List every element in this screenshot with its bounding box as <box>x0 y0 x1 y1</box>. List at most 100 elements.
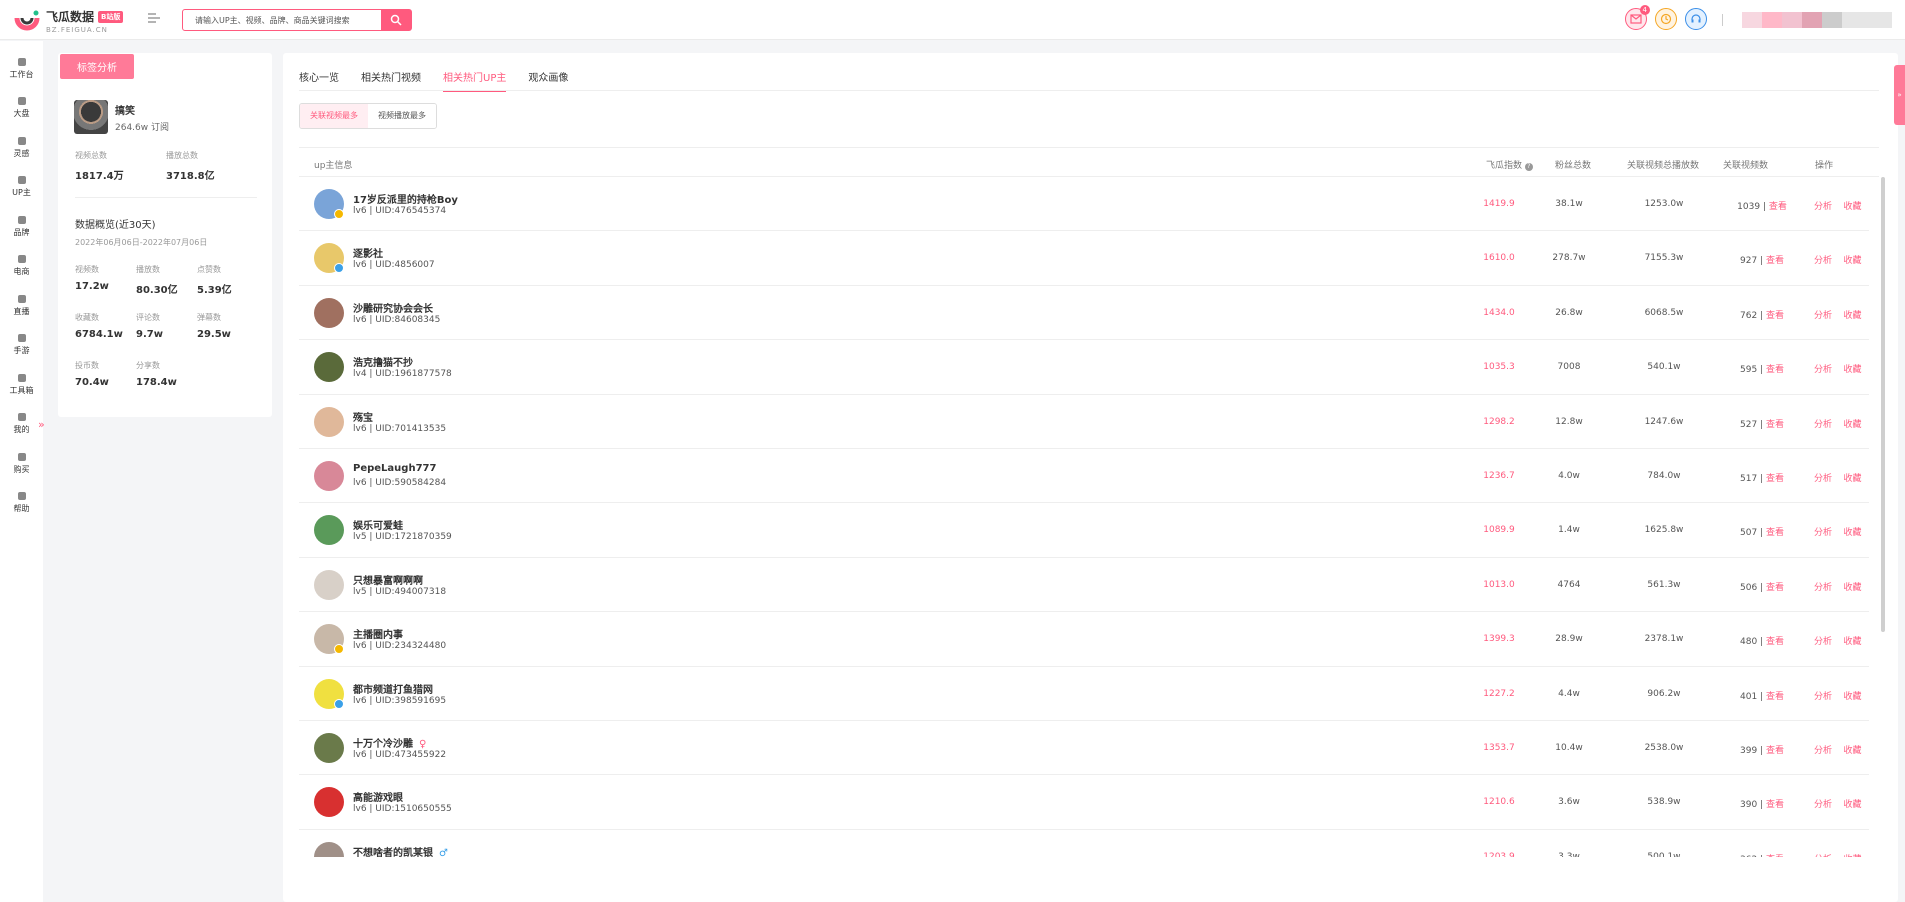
view-link[interactable]: 查看 <box>1766 746 1784 756</box>
view-link[interactable]: 查看 <box>1766 692 1784 702</box>
sidebar-item-inspiration[interactable]: 灵感 <box>0 128 43 168</box>
table-row[interactable]: 娱乐可爱蛙 lv5 | UID:1721870359 1089.9 1.4w 1625.… <box>299 503 1869 558</box>
scrollbar[interactable] <box>1881 177 1885 632</box>
up-avatar[interactable] <box>314 841 344 857</box>
up-avatar[interactable] <box>314 406 344 437</box>
up-avatar[interactable] <box>314 569 344 600</box>
up-avatar[interactable] <box>314 787 344 818</box>
view-link[interactable]: 查看 <box>1766 528 1784 538</box>
logo[interactable]: 飞瓜数据 B站版 BZ.FEIGUA.CN <box>14 8 124 34</box>
table-row[interactable]: PepeLaugh777 lv6 | UID:590584284 1236.7 4.0… <box>299 449 1869 504</box>
up-name[interactable]: 殇宝 <box>353 409 373 424</box>
table-row[interactable]: 主播圈内事 lv6 | UID:234324480 1399.3 28.9w 2378.… <box>299 612 1869 667</box>
table-row[interactable]: 都市频道打鱼猎网 lv6 | UID:398591695 1227.2 4.4w 906… <box>299 667 1869 721</box>
message-button[interactable]: 4 <box>1625 5 1650 30</box>
collect-link[interactable]: 收藏 <box>1843 855 1861 857</box>
up-name[interactable]: 高能游戏眼 <box>353 789 403 804</box>
sidebar-item-up[interactable]: UP主 <box>0 168 43 208</box>
up-name[interactable]: PepeLaugh777 <box>353 463 436 474</box>
col-score[interactable]: 飞瓜指数 ? <box>1486 158 1533 171</box>
analyze-link[interactable]: 分析 <box>1814 800 1832 810</box>
sidebar-item-toolbox[interactable]: 工具箱 <box>0 365 43 405</box>
table-row[interactable]: 不想啥者的凯某银♂1203.93.3w500.1w362 | 查看分析 收藏 <box>299 830 1869 857</box>
up-name[interactable]: 十万个冷沙雕 ♀ <box>353 735 426 750</box>
table-row[interactable]: 浩克撸猫不抄 lv4 | UID:1961877578 1035.3 7008 540.… <box>299 340 1869 395</box>
view-link[interactable]: 查看 <box>1766 800 1784 810</box>
up-avatar[interactable] <box>314 515 344 546</box>
search-input[interactable] <box>183 10 381 30</box>
col-plays[interactable]: 关联视频总播放数 <box>1627 158 1699 171</box>
sidebar-item-ecommerce[interactable]: 电商 <box>0 247 43 287</box>
sidebar-item-mobile-games[interactable]: 手游 <box>0 326 43 366</box>
sidebar-item-brand[interactable]: 品牌 <box>0 207 43 247</box>
col-fans[interactable]: 粉丝总数 <box>1555 158 1591 171</box>
up-name[interactable]: 只想暴富啊啊啊 <box>353 572 423 587</box>
collect-link[interactable]: 收藏 <box>1843 474 1861 484</box>
collect-link[interactable]: 收藏 <box>1843 800 1861 810</box>
collect-link[interactable]: 收藏 <box>1843 365 1861 375</box>
analyze-link[interactable]: 分析 <box>1814 420 1832 430</box>
col-videos[interactable]: 关联视频数 <box>1723 158 1768 171</box>
view-link[interactable]: 查看 <box>1766 420 1784 430</box>
up-name[interactable]: 浩克撸猫不抄 <box>353 354 413 369</box>
sidebar-item-market[interactable]: 大盘 <box>0 89 43 129</box>
view-link[interactable]: 查看 <box>1766 256 1784 266</box>
table-row[interactable]: 只想暴富啊啊啊 lv5 | UID:494007318 1013.0 4764 561.… <box>299 558 1869 613</box>
table-row[interactable]: 逐影社 lv6 | UID:4856007 1610.0 278.7w 7155.3w 9… <box>299 231 1869 286</box>
collect-link[interactable]: 收藏 <box>1843 692 1861 702</box>
analyze-link[interactable]: 分析 <box>1814 528 1832 538</box>
sidebar-item-help[interactable]: 帮助 <box>0 484 43 524</box>
view-link[interactable]: 查看 <box>1766 855 1784 857</box>
collect-link[interactable]: 收藏 <box>1843 256 1861 266</box>
help-icon[interactable]: ? <box>1524 163 1533 171</box>
table-row[interactable]: 17岁反派里的持枪Boy lv6 | UID:476545374 1419.9 38.… <box>299 177 1869 232</box>
sort-most-played-button[interactable]: 视频播放最多 <box>368 104 436 128</box>
tab-overview[interactable]: 核心一览 <box>299 69 339 92</box>
view-link[interactable]: 查看 <box>1769 202 1787 212</box>
up-name[interactable]: 17岁反派里的持枪Boy <box>353 191 458 206</box>
view-link[interactable]: 查看 <box>1766 311 1784 321</box>
sidebar-item-mine[interactable]: 我的 <box>0 405 43 445</box>
sort-most-related-button[interactable]: 关联视频最多 <box>300 104 368 128</box>
tab-audience[interactable]: 观众画像 <box>528 69 568 92</box>
view-link[interactable]: 查看 <box>1766 637 1784 647</box>
collect-link[interactable]: 收藏 <box>1843 311 1861 321</box>
collect-link[interactable]: 收藏 <box>1843 583 1861 593</box>
up-avatar[interactable] <box>314 352 344 383</box>
analyze-link[interactable]: 分析 <box>1814 474 1832 484</box>
menu-toggle-icon[interactable] <box>148 13 160 23</box>
analyze-link[interactable]: 分析 <box>1814 256 1832 266</box>
analyze-link[interactable]: 分析 <box>1814 583 1832 593</box>
up-name[interactable]: 逐影社 <box>353 245 383 260</box>
table-row[interactable]: 高能游戏眼 lv6 | UID:1510650555 1210.6 3.6w 538.9… <box>299 775 1869 830</box>
analyze-link[interactable]: 分析 <box>1814 311 1832 321</box>
up-avatar[interactable] <box>314 297 344 328</box>
sidebar-item-live[interactable]: 直播 <box>0 286 43 326</box>
up-name[interactable]: 沙雕研究协会会长 <box>353 300 433 315</box>
up-name[interactable]: 娱乐可爱蛙 <box>353 517 403 532</box>
search-button[interactable] <box>381 10 411 30</box>
view-link[interactable]: 查看 <box>1766 474 1784 484</box>
up-avatar[interactable] <box>314 460 344 491</box>
collect-link[interactable]: 收藏 <box>1843 746 1861 756</box>
tab-hot-up[interactable]: 相关热门UP主 <box>443 69 507 92</box>
analyze-link[interactable]: 分析 <box>1814 637 1832 647</box>
analyze-link[interactable]: 分析 <box>1814 855 1832 857</box>
expand-sidebar-icon[interactable]: » <box>38 418 52 432</box>
collect-link[interactable]: 收藏 <box>1843 420 1861 430</box>
view-link[interactable]: 查看 <box>1766 365 1784 375</box>
up-name[interactable]: 都市频道打鱼猎网 <box>353 681 433 696</box>
user-account[interactable] <box>1742 12 1892 28</box>
collect-link[interactable]: 收藏 <box>1843 202 1861 212</box>
analyze-link[interactable]: 分析 <box>1814 692 1832 702</box>
support-button[interactable] <box>1685 8 1707 30</box>
up-name[interactable]: 主播圈内事 <box>353 626 403 641</box>
table-row[interactable]: 殇宝 lv6 | UID:701413535 1298.2 12.8w 1247.6w 5… <box>299 395 1869 449</box>
tab-hot-videos[interactable]: 相关热门视频 <box>361 69 421 92</box>
up-name[interactable]: 不想啥者的凯某银 ♂ <box>353 844 448 857</box>
analyze-link[interactable]: 分析 <box>1814 202 1832 212</box>
table-row[interactable]: 沙雕研究协会会长 lv6 | UID:84608345 1434.0 26.8w 606… <box>299 286 1869 341</box>
table-row[interactable]: 十万个冷沙雕 ♀ lv6 | UID:473455922 1353.7 10.4w 253… <box>299 721 1869 776</box>
sidebar-item-workbench[interactable]: 工作台 <box>0 49 43 89</box>
sidebar-item-purchase[interactable]: 购买 <box>0 444 43 484</box>
